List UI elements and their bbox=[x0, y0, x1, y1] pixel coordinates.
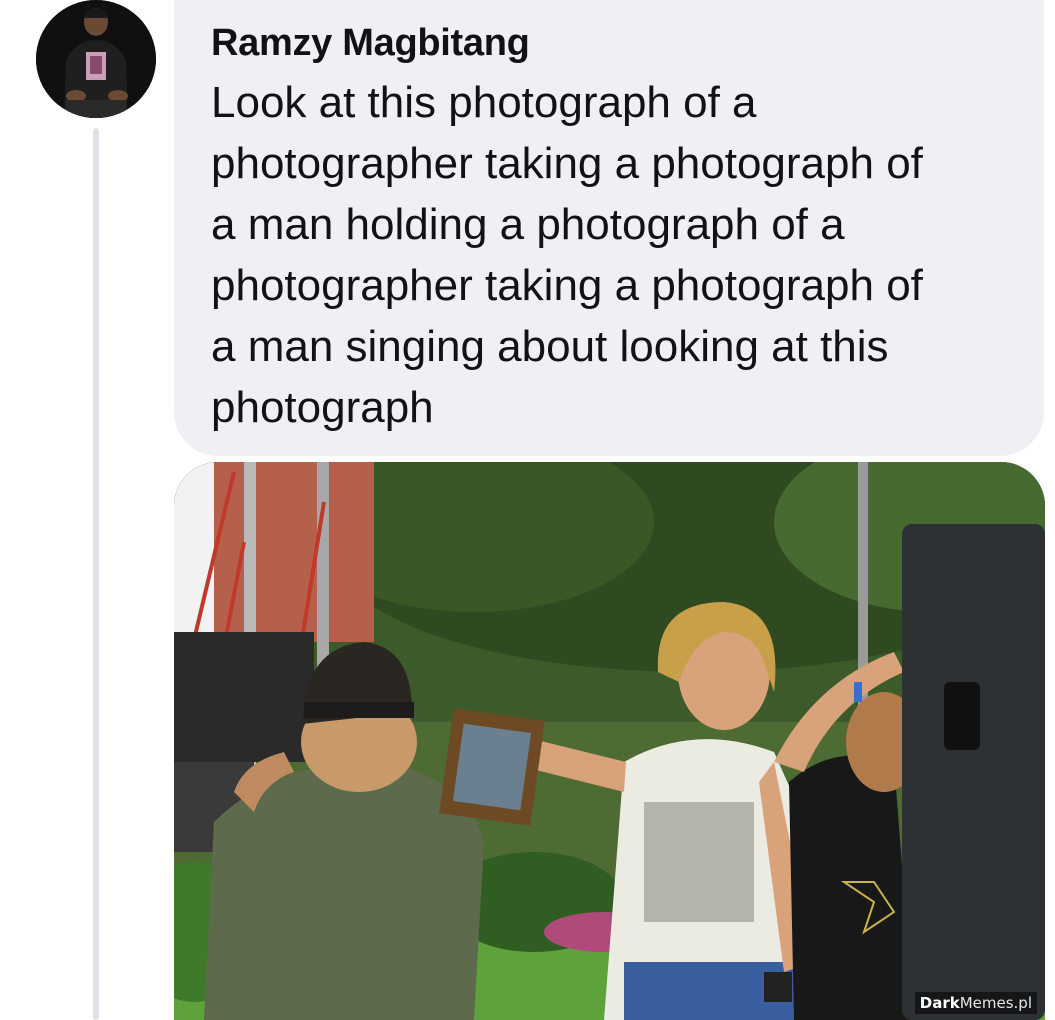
comment-thread: Ramzy Magbitang Look at this photograph … bbox=[0, 0, 1055, 1020]
photo-image bbox=[174, 462, 1045, 1020]
comment-bubble: Ramzy Magbitang Look at this photograph … bbox=[174, 0, 1044, 456]
watermark-brand: Dark bbox=[919, 994, 960, 1012]
comment-text: Look at this photograph of a photographe… bbox=[211, 78, 923, 432]
avatar-image bbox=[36, 0, 156, 118]
comment-photo[interactable]: DarkMemes.pl bbox=[174, 462, 1045, 1020]
comment-author-name[interactable]: Ramzy Magbitang bbox=[211, 18, 1024, 68]
watermark-domain: Memes.pl bbox=[959, 994, 1032, 1012]
watermark: DarkMemes.pl bbox=[914, 992, 1037, 1014]
user-avatar[interactable] bbox=[36, 0, 156, 118]
thread-line bbox=[93, 128, 99, 1020]
